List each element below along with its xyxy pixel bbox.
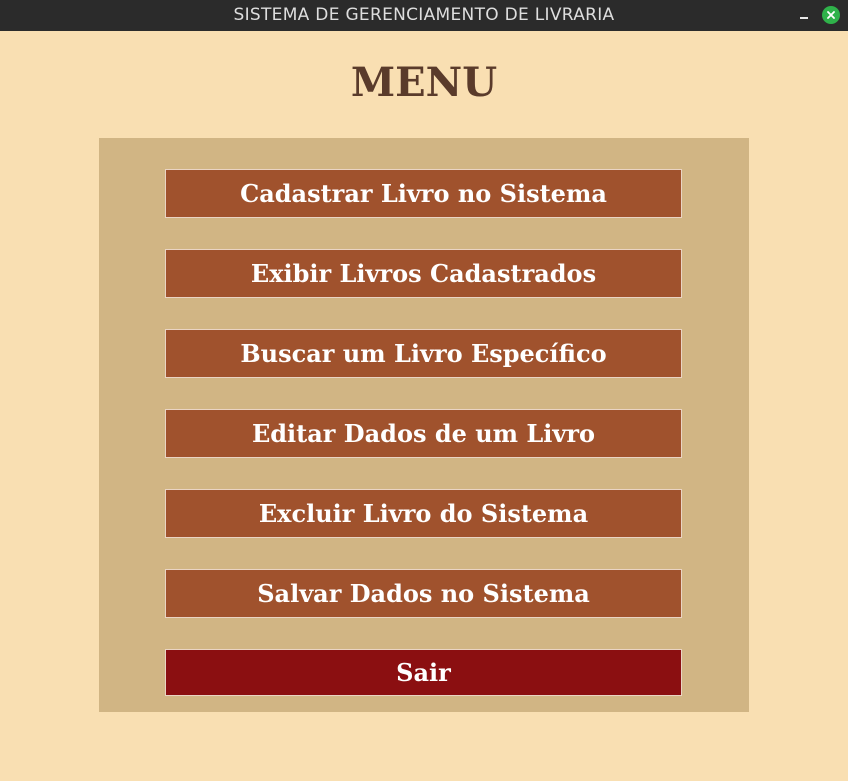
- search-book-button[interactable]: Buscar um Livro Específico: [165, 329, 682, 378]
- delete-book-button[interactable]: Excluir Livro do Sistema: [165, 489, 682, 538]
- window-title: SISTEMA DE GERENCIAMENTO DE LIVRARIA: [233, 5, 615, 25]
- save-data-button[interactable]: Salvar Dados no Sistema: [165, 569, 682, 618]
- minimize-icon[interactable]: [796, 6, 814, 24]
- list-books-button[interactable]: Exibir Livros Cadastrados: [165, 249, 682, 298]
- page-title: MENU: [350, 59, 498, 106]
- edit-book-button[interactable]: Editar Dados de um Livro: [165, 409, 682, 458]
- main-window: MENU Cadastrar Livro no Sistema Exibir L…: [0, 31, 848, 781]
- window-titlebar: SISTEMA DE GERENCIAMENTO DE LIVRARIA: [0, 0, 848, 31]
- register-book-button[interactable]: Cadastrar Livro no Sistema: [165, 169, 682, 218]
- menu-panel: Cadastrar Livro no Sistema Exibir Livros…: [99, 138, 749, 712]
- exit-button[interactable]: Sair: [165, 649, 682, 696]
- close-icon[interactable]: [822, 6, 840, 24]
